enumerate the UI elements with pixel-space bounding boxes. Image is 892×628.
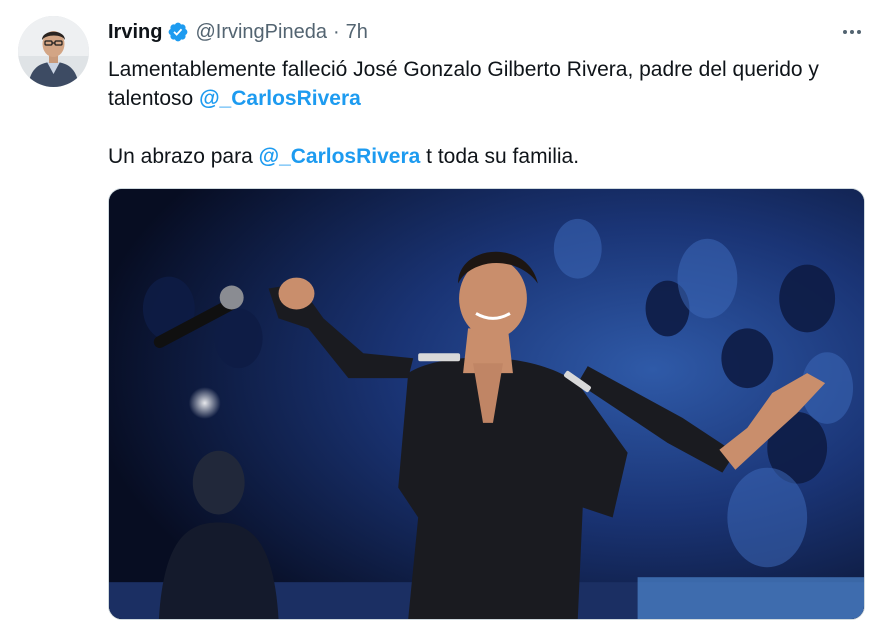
more-options-icon[interactable] bbox=[836, 18, 868, 46]
tweet-paragraph-2: Un abrazo para @_CarlosRivera t toda su … bbox=[108, 142, 878, 171]
mention-link[interactable]: @_CarlosRivera bbox=[259, 145, 421, 168]
tweet-paragraph-1: Lamentablemente falleció José Gonzalo Gi… bbox=[108, 55, 878, 113]
avatar[interactable] bbox=[18, 16, 89, 87]
separator-dot: · bbox=[332, 20, 340, 43]
tweet-text-line2-end: t toda su familia. bbox=[420, 145, 580, 168]
tweet-card[interactable]: Irving @IrvingPineda · 7h Lamentablement… bbox=[0, 0, 892, 628]
tweet-text: Lamentablemente falleció José Gonzalo Gi… bbox=[108, 55, 878, 171]
mention-link[interactable]: @_CarlosRivera bbox=[199, 87, 361, 110]
timestamp[interactable]: 7h bbox=[346, 21, 368, 44]
verified-badge-icon bbox=[167, 21, 189, 43]
tweet-header: Irving @IrvingPineda · 7h bbox=[108, 18, 872, 46]
display-name[interactable]: Irving bbox=[108, 21, 162, 44]
handle[interactable]: @IrvingPineda bbox=[195, 21, 326, 44]
tweet-text-line2-start: Un abrazo para bbox=[108, 145, 259, 168]
tweet-photo[interactable] bbox=[108, 188, 865, 620]
